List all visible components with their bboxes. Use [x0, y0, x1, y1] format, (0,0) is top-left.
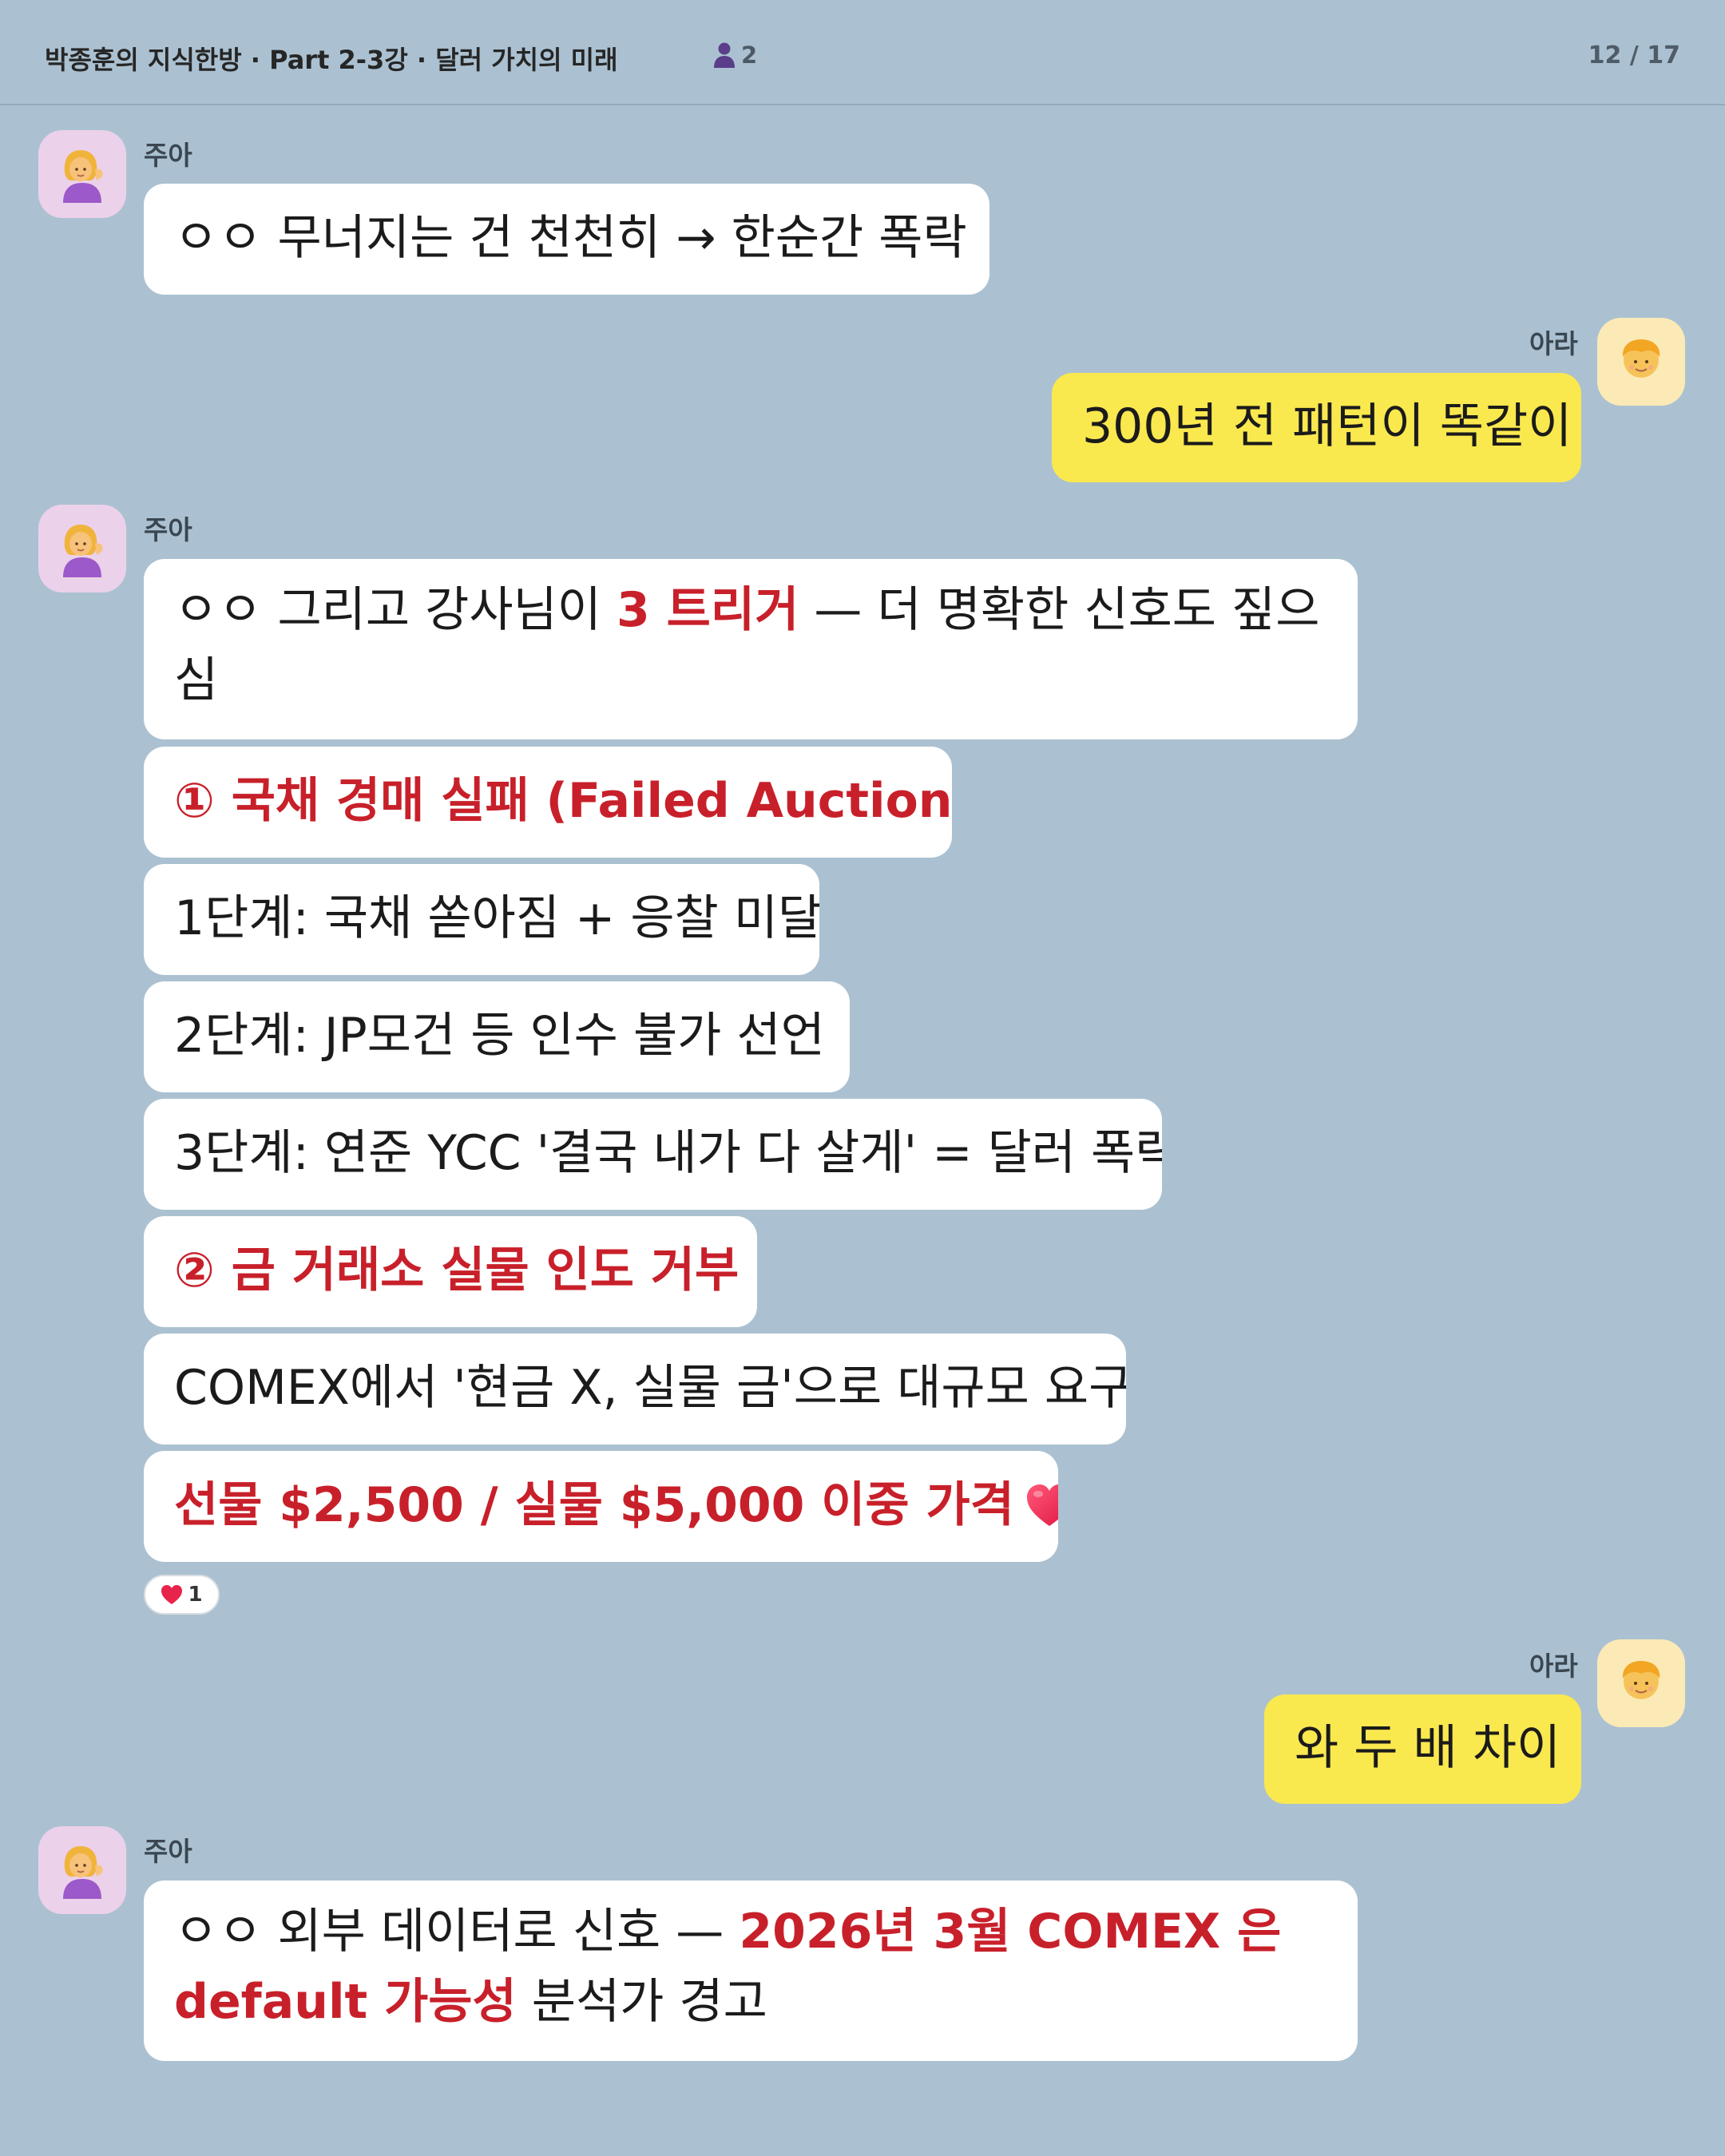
- member-count-label: 2: [741, 42, 758, 69]
- message-text: 1단계: 국채 쏟아짐 + 응찰 미달: [174, 890, 819, 946]
- blond-child-icon: [1622, 1661, 1660, 1699]
- message-bubble[interactable]: 2단계: JP모건 등 인수 불가 선언: [144, 981, 850, 1092]
- reaction-count: 1: [188, 1583, 203, 1607]
- blond-child-icon: [1622, 339, 1660, 378]
- chat-title: 박종훈의 지식한방 · Part 2-3강 · 달러 가치의 미래: [45, 45, 618, 75]
- message-bubble[interactable]: ① 국채 경매 실패 (Failed Auction): [144, 747, 952, 858]
- sender-avatar[interactable]: [38, 1826, 126, 1914]
- message-bubble[interactable]: ㅇㅇ 그리고 강사님이 3 트리거 — 더 명확한 신호도 짚으심: [144, 559, 1358, 739]
- message-text: ② 금 거래소 실물 인도 거부: [174, 1242, 740, 1298]
- self-avatar[interactable]: [1597, 318, 1685, 406]
- message-text: 300년 전 패턴이 똑같이: [1082, 398, 1572, 454]
- message-text: ㅇㅇ 외부 데이터로 신호 —: [174, 1904, 740, 1960]
- heart-icon: [1026, 1484, 1058, 1526]
- message-bubble[interactable]: 3단계: 연준 YCC '결국 내가 다 살게' = 달러 폭락: [144, 1099, 1162, 1210]
- message-bubble[interactable]: 와 두 배 차이: [1264, 1694, 1581, 1804]
- message-bubble[interactable]: 1단계: 국채 쏟아짐 + 응찰 미달: [144, 864, 819, 975]
- message-bubble[interactable]: COMEX에서 '현금 X, 실물 금'으로 대규모 요구: [144, 1334, 1126, 1445]
- woman-tipping-hand-icon: [63, 1846, 103, 1899]
- self-avatar[interactable]: [1597, 1639, 1685, 1727]
- heart-reaction-icon: [161, 1585, 183, 1604]
- sender-name: 주아: [144, 140, 192, 171]
- sender-avatar[interactable]: [38, 505, 126, 593]
- message-text: ㅇㅇ 무너지는 건 천천히 → 한순간 폭락: [174, 210, 967, 266]
- page-indicator: 12 / 17: [1588, 42, 1680, 69]
- sender-name: 아라: [1529, 328, 1578, 359]
- message-text: COMEX에서 '현금 X, 실물 금'으로 대규모 요구: [174, 1360, 1126, 1416]
- sender-name: 아라: [1529, 1651, 1578, 1682]
- member-count[interactable]: 2: [712, 42, 757, 69]
- message-text: 분석가 경고: [516, 1974, 767, 2030]
- message-bubble[interactable]: 선물 $2,500 / 실물 $5,000 이중 가격: [144, 1451, 1058, 1562]
- message-text: ① 국채 경매 실패 (Failed Auction): [174, 773, 952, 829]
- message-bubble[interactable]: ㅇㅇ 외부 데이터로 신호 — 2026년 3월 COMEX 은 default…: [144, 1881, 1358, 2061]
- message-highlight: 3 트리거: [617, 582, 799, 638]
- sender-name: 주아: [144, 514, 192, 545]
- sender-avatar[interactable]: [38, 130, 126, 218]
- person-icon: [714, 42, 735, 68]
- message-bubble[interactable]: ㅇㅇ 무너지는 건 천천히 → 한순간 폭락: [144, 184, 989, 295]
- message-text: 2단계: JP모건 등 인수 불가 선언: [174, 1008, 825, 1064]
- heart-reaction-badge[interactable]: 1: [144, 1575, 220, 1615]
- chat-header: 박종훈의 지식한방 · Part 2-3강 · 달러 가치의 미래 2 12 /…: [0, 0, 1725, 105]
- woman-tipping-hand-icon: [63, 525, 103, 577]
- sender-name: 주아: [144, 1836, 192, 1867]
- message-bubble[interactable]: 300년 전 패턴이 똑같이: [1052, 373, 1581, 482]
- message-text: ㅇㅇ 그리고 강사님이: [174, 582, 617, 638]
- message-text: 선물 $2,500 / 실물 $5,000 이중 가격: [174, 1477, 1014, 1533]
- message-text: 와 두 배 차이: [1295, 1720, 1561, 1776]
- woman-tipping-hand-icon: [63, 150, 103, 203]
- message-bubble[interactable]: ② 금 거래소 실물 인도 거부: [144, 1216, 757, 1327]
- message-text: 3단계: 연준 YCC '결국 내가 다 살게' = 달러 폭락: [174, 1125, 1162, 1181]
